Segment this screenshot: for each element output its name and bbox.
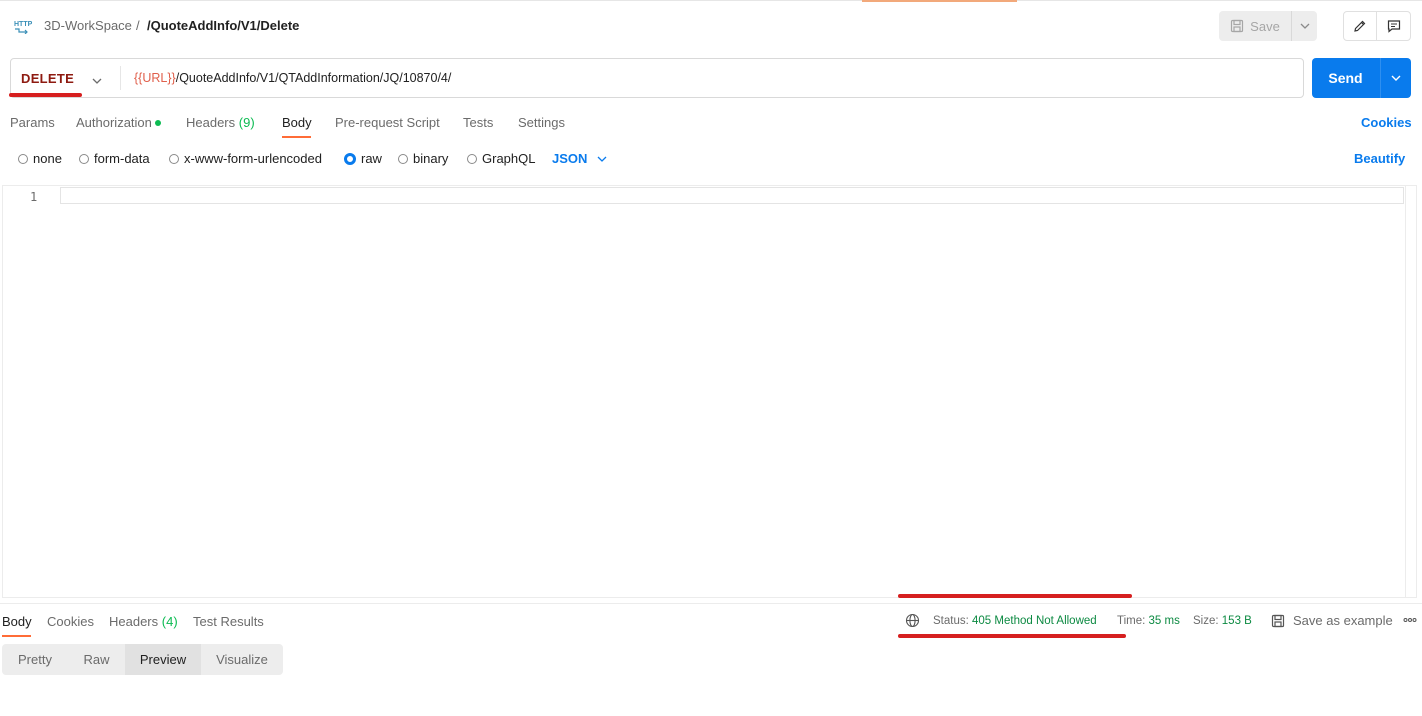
headers-count: (9)	[238, 115, 255, 130]
method-chevron-icon[interactable]	[92, 72, 102, 87]
save-options-button[interactable]	[1292, 11, 1317, 41]
radio-urlencoded-label: x-www-form-urlencoded	[184, 151, 322, 166]
save-example-label: Save as example	[1293, 613, 1393, 628]
pencil-icon	[1354, 20, 1366, 32]
tab-body[interactable]: Body	[282, 115, 312, 130]
radio-graphql-label: GraphQL	[482, 151, 536, 166]
radio-circle-selected	[344, 152, 356, 165]
chevron-down-icon	[1391, 75, 1401, 81]
save-icon	[1271, 614, 1285, 627]
url-divider	[120, 66, 121, 90]
radio-circle	[18, 153, 28, 164]
active-tab-accent	[862, 0, 1017, 2]
method-annotation-underline	[9, 93, 82, 97]
edit-button[interactable]	[1344, 12, 1376, 40]
radio-circle	[467, 153, 477, 164]
comment-icon	[1387, 20, 1400, 33]
radio-circle	[398, 153, 408, 164]
radio-none-label: none	[33, 151, 62, 166]
status-annotation-top	[898, 594, 1132, 598]
save-as-example-button[interactable]: Save as example	[1271, 613, 1393, 628]
response-size[interactable]: Size: 153 B	[1193, 615, 1252, 627]
chevron-down-icon	[597, 156, 607, 162]
body-editor[interactable]	[2, 185, 1417, 598]
response-status[interactable]: Status: 405 Method Not Allowed	[933, 615, 1097, 627]
pane-divider[interactable]	[0, 603, 1422, 604]
breadcrumb-workspace[interactable]: 3D-WorkSpace	[44, 18, 132, 33]
tab-active-indicator	[282, 136, 311, 138]
save-button[interactable]: Save	[1219, 11, 1291, 41]
tab-params[interactable]: Params	[10, 115, 55, 130]
editor-scrollbar[interactable]	[1405, 186, 1418, 597]
save-icon	[1231, 19, 1244, 33]
status-label: Status:	[933, 615, 969, 627]
send-button[interactable]: Send	[1312, 58, 1379, 98]
response-time[interactable]: Time: 35 ms	[1117, 615, 1180, 627]
time-label: Time:	[1117, 615, 1146, 627]
send-options-button[interactable]	[1381, 58, 1411, 98]
response-tab-headers-label: Headers	[109, 614, 159, 629]
radio-raw[interactable]: raw	[344, 151, 382, 166]
status-value: 405 Method Not Allowed	[972, 615, 1097, 627]
radio-urlencoded[interactable]: x-www-form-urlencoded	[169, 151, 322, 166]
auth-status-dot	[154, 119, 161, 126]
radio-circle	[169, 153, 179, 164]
more-options-icon[interactable]	[1403, 613, 1417, 630]
radio-form-data-label: form-data	[94, 151, 150, 166]
tab-settings[interactable]: Settings	[518, 115, 565, 130]
request-title[interactable]: /QuoteAddInfo/V1/Delete	[147, 18, 299, 33]
method-selector[interactable]: DELETE	[21, 71, 74, 86]
radio-binary-label: binary	[413, 151, 449, 166]
line-number: 1	[30, 190, 38, 204]
breadcrumb-separator: /	[136, 18, 140, 33]
response-headers-count: (4)	[161, 614, 178, 629]
url-variable: {{URL}}	[134, 71, 176, 85]
radio-none[interactable]: none	[18, 151, 62, 166]
editor-active-line[interactable]	[60, 187, 1404, 204]
top-border	[0, 0, 1422, 1]
view-raw-button[interactable]: Raw	[68, 644, 125, 675]
view-visualize-button[interactable]: Visualize	[201, 644, 283, 675]
radio-raw-label: raw	[361, 151, 382, 166]
http-request-icon: HTTP	[13, 16, 33, 35]
tab-tests[interactable]: Tests	[463, 115, 493, 130]
size-label: Size:	[1193, 615, 1219, 627]
response-tab-cookies[interactable]: Cookies	[47, 614, 94, 629]
beautify-link[interactable]: Beautify	[1354, 151, 1405, 166]
comments-button[interactable]	[1377, 12, 1410, 40]
save-label: Save	[1250, 18, 1280, 34]
time-value: 35 ms	[1148, 615, 1180, 627]
tab-headers-label: Headers	[186, 115, 236, 130]
view-pretty-button[interactable]: Pretty	[2, 644, 68, 675]
response-tab-body[interactable]: Body	[2, 614, 32, 629]
globe-icon[interactable]	[905, 613, 920, 631]
response-tab-test-results[interactable]: Test Results	[193, 614, 264, 629]
size-value: 153 B	[1221, 615, 1252, 627]
tab-prerequest-script[interactable]: Pre-request Script	[335, 115, 440, 130]
tab-headers[interactable]: Headers (9)	[186, 115, 255, 130]
tab-authorization[interactable]: Authorization	[76, 115, 161, 130]
radio-form-data[interactable]: form-data	[79, 151, 150, 166]
view-preview-button[interactable]: Preview	[125, 644, 201, 675]
svg-text:HTTP: HTTP	[14, 21, 33, 28]
format-label: JSON	[552, 151, 588, 166]
radio-graphql[interactable]: GraphQL	[467, 151, 535, 166]
url-path: /QuoteAddInfo/V1/QTAddInformation/JQ/108…	[175, 71, 452, 85]
format-select[interactable]: JSON	[552, 151, 607, 166]
radio-binary[interactable]: binary	[398, 151, 448, 166]
status-annotation-bottom	[898, 634, 1126, 638]
url-input[interactable]: {{URL}}/QuoteAddInfo/V1/QTAddInformation…	[134, 71, 451, 85]
response-tab-headers[interactable]: Headers (4)	[109, 614, 178, 629]
response-tab-indicator	[2, 635, 31, 637]
radio-circle	[79, 153, 89, 164]
chevron-down-icon	[1300, 23, 1309, 29]
tab-authorization-label: Authorization	[76, 115, 152, 130]
cookies-link[interactable]: Cookies	[1361, 115, 1412, 130]
